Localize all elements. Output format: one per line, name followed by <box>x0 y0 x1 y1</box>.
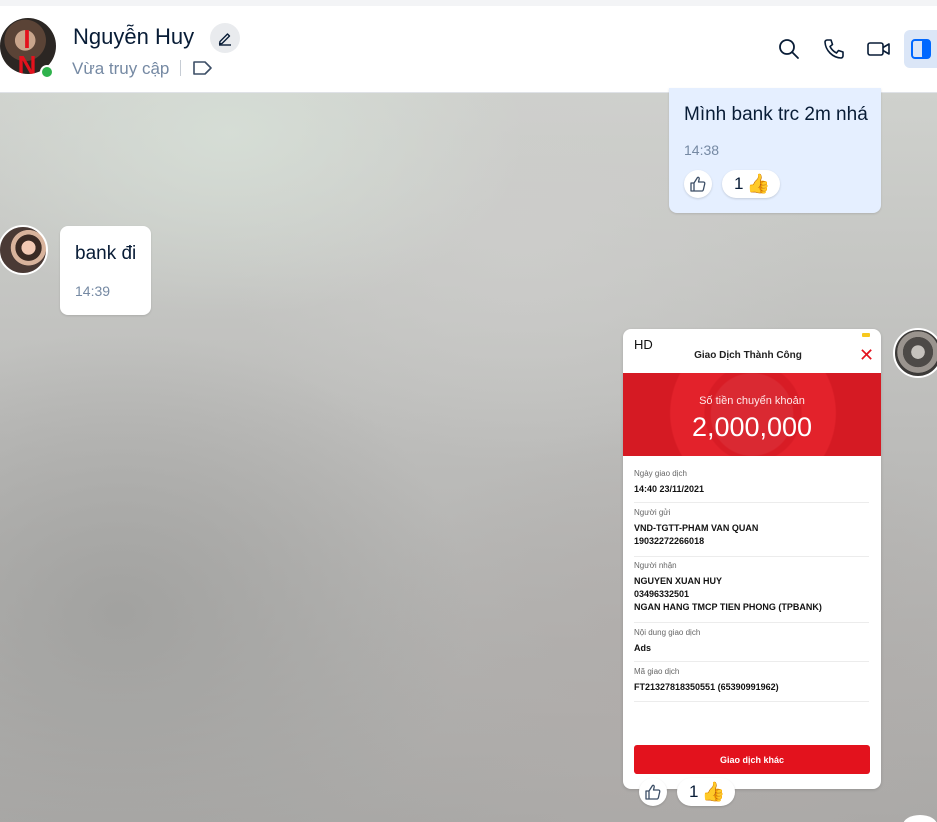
message-time: 14:38 <box>684 142 720 158</box>
thumbs-up-emoji-icon: 👍 <box>746 173 771 195</box>
edit-name-button[interactable] <box>210 23 240 53</box>
reaction-count: 1 <box>689 782 699 801</box>
like-reaction-button[interactable] <box>684 170 712 198</box>
reaction-count: 1 <box>734 174 744 193</box>
row-value: FT21327818350551 (65390991962) <box>634 682 779 692</box>
thumbs-up-outline-icon <box>645 784 661 800</box>
toggle-side-panel-button[interactable] <box>904 30 937 68</box>
row-label: Người nhận <box>634 561 677 570</box>
sender-avatar[interactable] <box>0 225 48 275</box>
row-value: NGAN HANG TMCP TIEN PHONG (TPBANK) <box>634 602 822 612</box>
pencil-icon <box>218 33 231 46</box>
receipt-row-date: Ngày giao dịch 14:40 23/11/2021 <box>634 469 869 503</box>
my-avatar[interactable] <box>893 328 937 378</box>
receipt-amount-banner: Số tiền chuyển khoản 2,000,000 <box>623 373 881 456</box>
contact-status: Vừa truy cập <box>72 59 170 78</box>
row-value: Ads <box>634 643 652 653</box>
thumbs-up-outline-icon <box>690 176 706 192</box>
other-transaction-button: Giao dịch khác <box>634 745 870 774</box>
incoming-message-bubble[interactable]: bank đi 14:39 <box>60 226 151 315</box>
message-text: Mình bank trc 2m nhá <box>684 104 868 125</box>
contact-name[interactable]: Nguyễn Huy <box>73 24 194 50</box>
phone-icon[interactable] <box>822 37 846 61</box>
transfer-receipt-image[interactable]: HD Giao Dịch Thành Công ✕ Số tiền chuyển… <box>623 329 881 789</box>
avatar-overlay-text: INFO <box>12 24 42 74</box>
row-label: Mã giao dịch <box>634 667 680 676</box>
online-status-dot <box>40 65 54 79</box>
row-label: Người gửi <box>634 508 671 517</box>
amount-value: 2,000,000 <box>691 412 813 442</box>
message-text: bank đi <box>75 243 137 264</box>
chat-header: INFO Nguyễn Huy Vừa truy cập <box>0 0 937 93</box>
thumbs-up-emoji-icon: 👍 <box>701 781 726 803</box>
status-divider <box>180 60 181 76</box>
receipt-row-code: Mã giao dịch FT21327818350551 (653909919… <box>634 667 869 702</box>
search-icon[interactable] <box>777 37 801 61</box>
row-label: Ngày giao dịch <box>634 469 687 478</box>
reaction-summary[interactable]: 1 👍 <box>722 170 781 198</box>
outgoing-message-bubble[interactable]: Mình bank trc 2m nhá 14:38 1 👍 <box>669 88 881 213</box>
row-value: VND-TGTT-PHAM VAN QUAN <box>634 523 759 533</box>
header-top-strip <box>0 0 937 6</box>
receipt-row-content: Nội dung giao dịch Ads <box>634 628 869 662</box>
label-tag-icon[interactable] <box>192 59 214 77</box>
receipt-status-mark <box>862 333 870 337</box>
receipt-row-sender: Người gửi VND-TGTT-PHAM VAN QUAN 1903227… <box>634 508 869 557</box>
receipt-title: Giao Dịch Thành Công <box>694 350 802 361</box>
row-value: 03496332501 <box>634 589 690 599</box>
side-panel-icon <box>910 39 931 59</box>
row-value: 19032272266018 <box>634 536 705 546</box>
close-icon: ✕ <box>859 345 875 365</box>
video-call-icon[interactable] <box>866 37 892 61</box>
reaction-summary[interactable]: 1 👍 <box>677 778 736 806</box>
receipt-row-receiver: Người nhận NGUYEN XUAN HUY 03496332501 N… <box>634 561 869 623</box>
message-time: 14:39 <box>75 283 111 299</box>
row-label: Nội dung giao dịch <box>634 628 701 637</box>
like-reaction-button[interactable] <box>639 778 667 806</box>
amount-label: Số tiền chuyển khoản <box>699 395 805 407</box>
row-value: 14:40 23/11/2021 <box>634 484 705 494</box>
row-value: NGUYEN XUAN HUY <box>634 576 723 586</box>
